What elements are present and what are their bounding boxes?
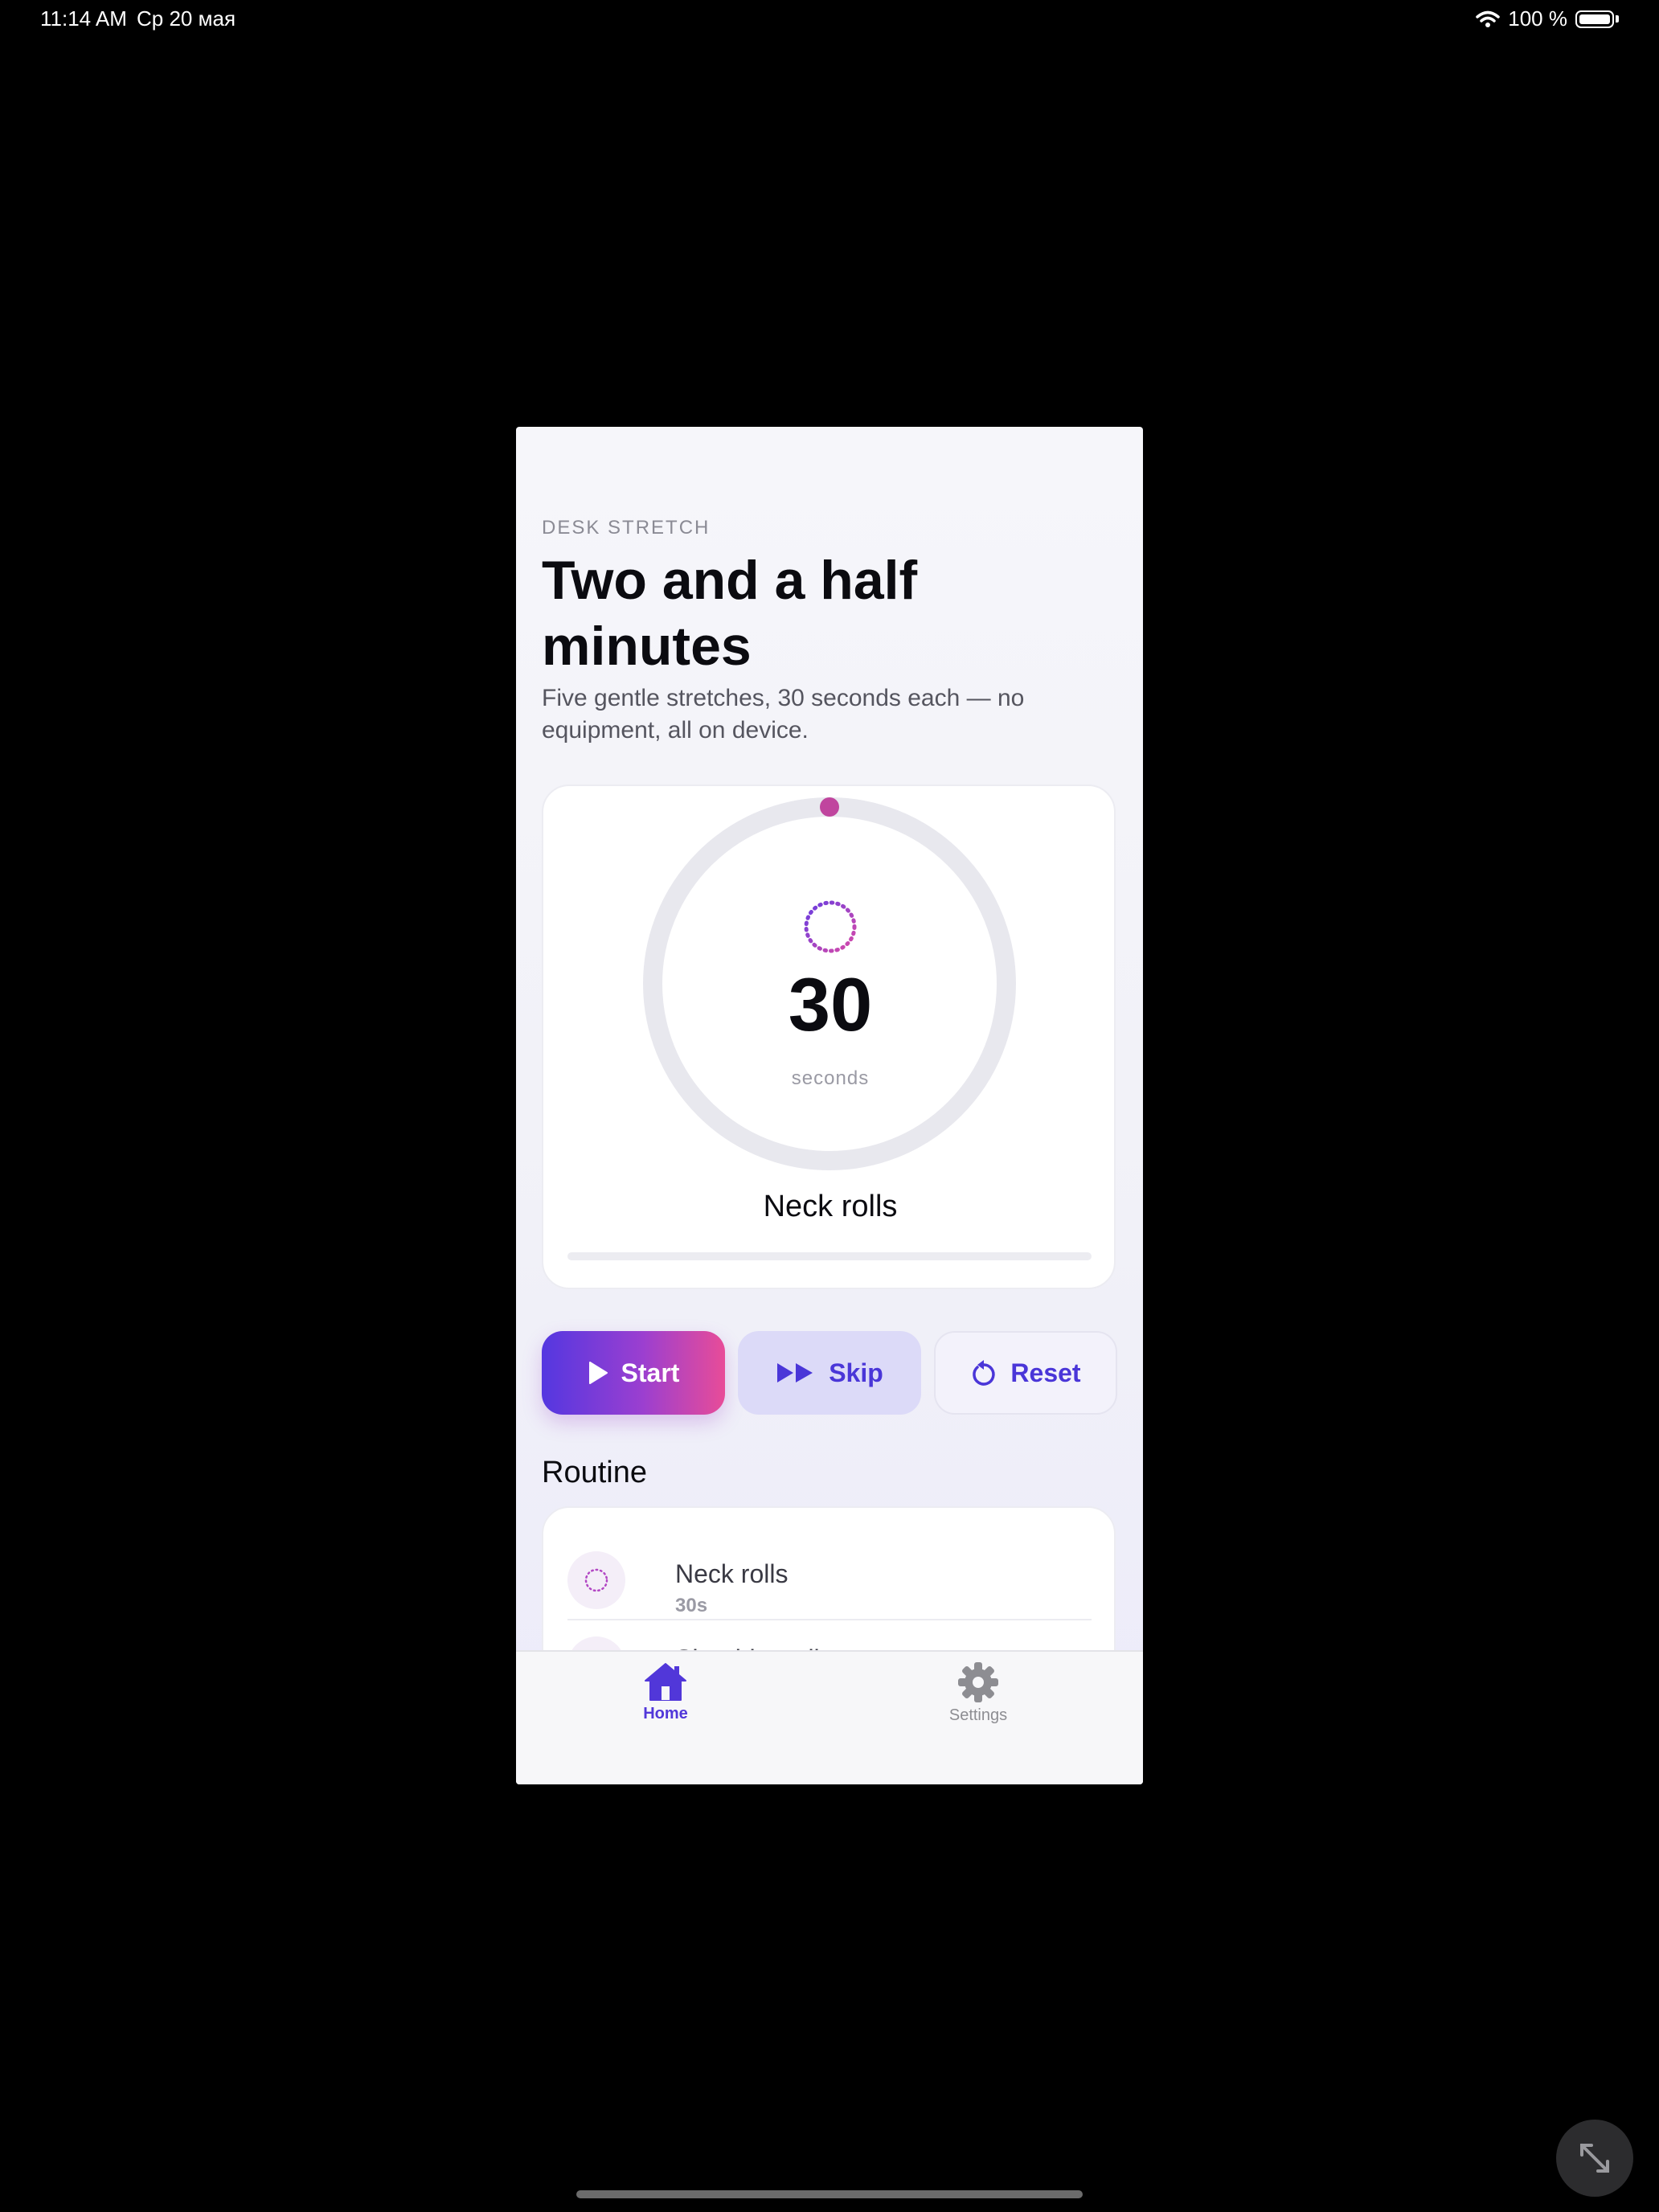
routine-item-duration: 30s <box>675 1595 708 1616</box>
battery-icon <box>1575 10 1614 28</box>
status-time: 11:14 AM <box>40 6 127 31</box>
expand-arrows-icon <box>1580 2144 1609 2173</box>
session-progress-bar <box>567 1252 1092 1260</box>
page-title: Two and a half minutes <box>542 550 918 677</box>
battery-percent: 100 % <box>1508 6 1567 31</box>
gear-icon <box>958 1662 998 1702</box>
skip-label: Skip <box>829 1358 883 1387</box>
divider <box>567 1619 1092 1620</box>
app-window: DESK STRETCH Two and a half minutes Five… <box>516 427 1143 1784</box>
tab-bar: Home Settings <box>516 1650 1143 1784</box>
reset-button[interactable]: Reset <box>934 1331 1117 1415</box>
eyebrow-label: DESK STRETCH <box>542 517 711 539</box>
fast-forward-icon <box>777 1363 813 1382</box>
timer-card: 30 seconds Neck rolls <box>542 784 1116 1289</box>
current-exercise: Neck rolls <box>763 1190 898 1223</box>
tab-home[interactable]: Home <box>585 1661 746 1723</box>
status-indicators: 100 % <box>1476 6 1619 31</box>
timer-unit: seconds <box>791 1067 870 1089</box>
wifi-icon <box>1476 10 1501 27</box>
page-subtitle: Five gentle stretches, 30 seconds each —… <box>542 685 1025 743</box>
skip-button[interactable]: Skip <box>738 1331 921 1415</box>
battery-tip <box>1616 15 1619 23</box>
house-icon <box>645 1663 686 1701</box>
fullscreen-button[interactable] <box>1556 2120 1633 2197</box>
routine-heading: Routine <box>542 1456 647 1489</box>
routine-item[interactable]: Neck rolls 30s <box>567 1540 1092 1620</box>
routine-item-name: Neck rolls <box>675 1559 789 1588</box>
start-label: Start <box>621 1358 680 1387</box>
tab-settings[interactable]: Settings <box>898 1661 1059 1725</box>
breathing-indicator-icon <box>804 900 857 953</box>
start-button[interactable]: Start <box>542 1331 725 1415</box>
home-indicator[interactable] <box>576 2190 1083 2198</box>
exercise-status-icon <box>567 1551 625 1609</box>
status-bar: 11:14 AM Ср 20 мая 100 % <box>0 0 1659 40</box>
timer-count: 30 <box>788 962 873 1047</box>
tab-settings-label: Settings <box>948 1706 1008 1724</box>
reset-icon <box>973 1360 996 1386</box>
reset-label: Reset <box>1010 1358 1081 1387</box>
play-icon <box>588 1362 608 1384</box>
tab-home-label: Home <box>643 1705 688 1722</box>
status-date: Ср 20 мая <box>137 6 236 31</box>
timer-ring-knob <box>820 797 839 817</box>
